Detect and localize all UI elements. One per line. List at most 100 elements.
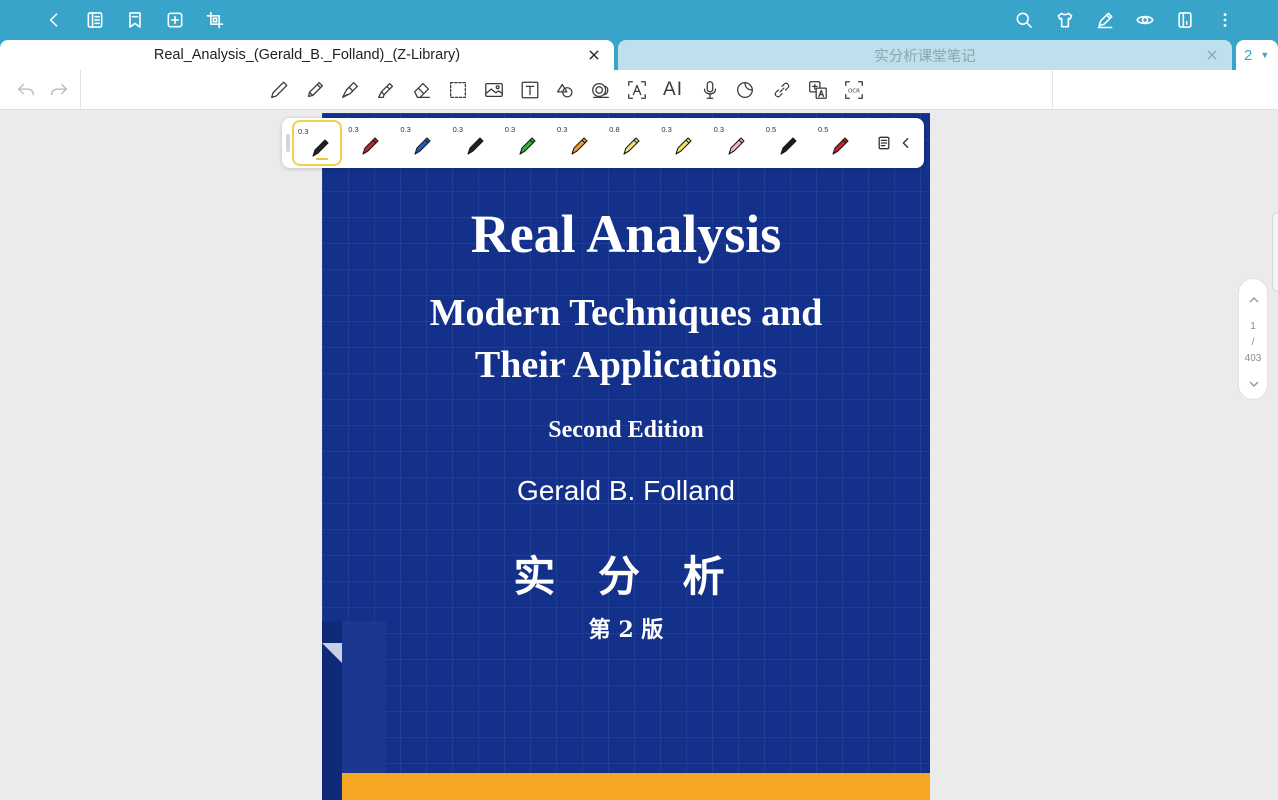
highlighter-icon[interactable] [374,78,398,102]
palette-settings-icon[interactable] [874,133,894,153]
total-pages: 403 [1244,353,1262,364]
side-panel-handle[interactable] [1272,212,1278,292]
pen-preset[interactable]: 0.5 [814,120,864,166]
pen-icon [776,134,800,158]
handwriting-icon[interactable] [1093,8,1117,32]
pen-icon [567,134,591,158]
close-icon[interactable] [586,47,602,63]
pen-preset[interactable]: 0.8 [605,120,655,166]
eraser-icon[interactable] [410,78,434,102]
close-icon[interactable] [1204,47,1220,63]
drag-handle[interactable] [286,134,290,152]
pen-icon [308,136,332,160]
page-separator: / [1251,337,1255,348]
pen-size-label: 0.3 [400,125,411,134]
pen-size-label: 0.5 [818,125,829,134]
pen-size-label: 0.3 [557,125,568,134]
pen-preset[interactable]: 0.3 [396,120,446,166]
view-icon[interactable] [1133,8,1157,32]
crop-icon[interactable] [203,8,227,32]
outline-icon[interactable] [83,8,107,32]
pen-preset[interactable]: 0.3 [449,120,499,166]
pen-size-label: 0.5 [765,125,777,134]
link-icon[interactable] [770,78,794,102]
pen-icon [724,134,748,158]
pen-preset[interactable]: 0.3 [657,120,707,166]
chevron-down-icon[interactable] [1245,375,1263,393]
pen-icon [410,134,434,158]
pen-palette: 0.3 0.3 0.3 0.3 0.3 0.3 0.8 0.3 0.3 0.5 0.5 [282,118,924,168]
chevron-up-icon[interactable] [1245,291,1263,309]
book-author: Gerald B. Folland [517,475,735,506]
redo-icon[interactable] [47,78,71,102]
pdf-page[interactable]: Real Analysis Modern Techniques and Thei… [322,113,930,800]
tab-overflow-menu[interactable]: 2 ▼ [1236,40,1278,70]
text-box-icon[interactable] [518,78,542,102]
pen-icon [828,134,852,158]
translate-icon[interactable] [806,78,830,102]
book-subtitle-line2: Their Applications [474,344,778,386]
ai-icon[interactable]: AI [661,78,685,102]
page-navigator: 1 / 403 [1238,278,1268,400]
pen-size-label: 0.3 [661,125,672,134]
book-title-chinese: 实 分 析 [513,552,739,601]
microphone-icon[interactable] [698,78,722,102]
top-app-bar [0,0,1278,40]
pen-size-label: 0.8 [609,125,620,134]
bookmark-icon[interactable] [123,8,147,32]
chevron-down-icon: ▼ [1260,50,1270,60]
pen-preset[interactable]: 0.3 [292,120,342,166]
pen-icon [463,134,487,158]
undo-icon[interactable] [14,78,38,102]
book-edition: Second Edition [548,417,704,443]
pen-size-label: 0.3 [452,125,464,134]
tab-class-notes[interactable]: 实分析课堂笔记 [618,40,1232,70]
back-icon[interactable] [42,8,66,32]
pen-preset[interactable]: 0.3 [344,120,394,166]
pen-icon [619,134,643,158]
add-page-icon[interactable] [163,8,187,32]
book-subtitle-line1: Modern Techniques and [429,292,823,334]
ocr-icon[interactable]: OCR [842,78,866,102]
pen-icon [515,134,539,158]
search-icon[interactable] [1012,8,1036,32]
tab-label: Real_Analysis_(Gerald_B._Folland)_(Z-Lib… [153,47,461,63]
book-title: Real Analysis [470,204,782,264]
pen-size-label: 0.3 [713,125,725,134]
spine-corner [322,643,342,663]
lasso-select-icon[interactable] [446,78,470,102]
page-layout-icon[interactable] [1173,8,1197,32]
tab-real-analysis[interactable]: Real_Analysis_(Gerald_B._Folland)_(Z-Lib… [0,40,614,70]
annotation-toolbar: AI OCR [0,70,1278,110]
tab-bar: Real_Analysis_(Gerald_B._Folland)_(Z-Lib… [0,40,1278,70]
current-page: 1 [1250,321,1256,332]
theme-icon[interactable] [1053,8,1077,32]
more-icon[interactable] [1213,8,1237,32]
sticker-icon[interactable] [733,78,757,102]
book-edition-chinese: 第 2 版 [588,617,664,643]
pen-preset[interactable]: 0.3 [710,120,760,166]
pen-size-label: 0.3 [504,125,516,134]
pen-icon [671,134,695,158]
chevron-left-icon[interactable] [896,133,916,153]
pen-icon[interactable] [267,78,291,102]
fountain-pen-icon[interactable] [338,78,362,102]
cover-orange-band [342,773,930,800]
pen-preset[interactable]: 0.5 [762,120,812,166]
shapes-icon[interactable] [553,78,577,102]
divider [80,70,81,110]
tab-label: 实分析课堂笔记 [874,48,976,65]
stamp-icon[interactable] [589,78,613,102]
divider [1052,70,1053,110]
ai-label: AI [663,79,683,100]
pen-size-label: 0.3 [348,125,359,134]
pen-size-label: 0.3 [298,127,309,136]
pen-preset[interactable]: 0.3 [553,120,603,166]
image-icon[interactable] [482,78,506,102]
pencil-icon[interactable] [303,78,327,102]
pen-icon [358,134,382,158]
pen-preset[interactable]: 0.3 [501,120,551,166]
text-select-icon[interactable] [625,78,649,102]
ocr-label: OCR [848,88,860,94]
tab-count: 2 [1244,46,1253,64]
